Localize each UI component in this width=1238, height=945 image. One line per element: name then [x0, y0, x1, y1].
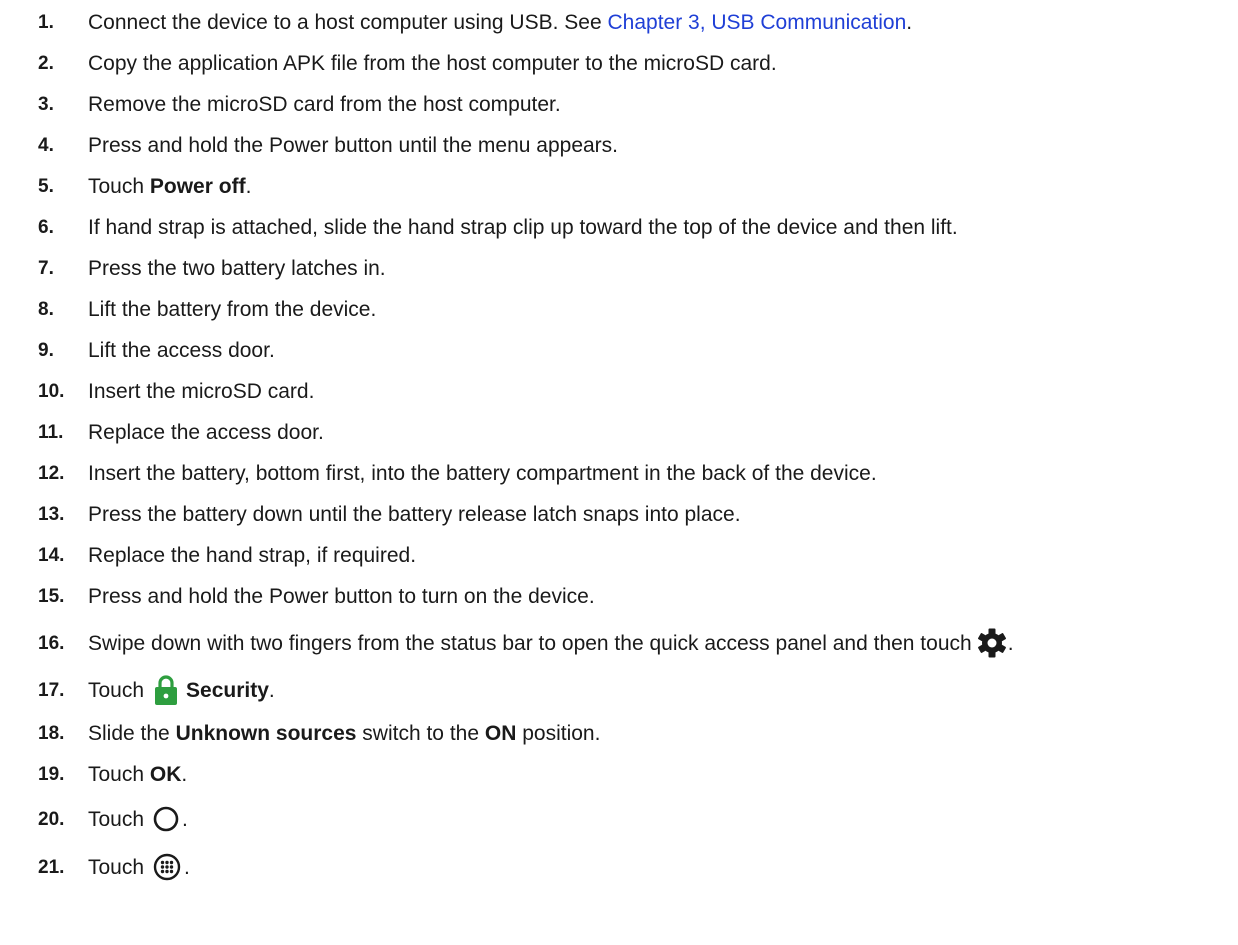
- step-13: 13. Press the battery down until the bat…: [38, 494, 1228, 534]
- step-text: Replace the hand strap, if required.: [88, 543, 417, 567]
- step-punct: .: [906, 10, 913, 34]
- step-19: 19. Touch OK.: [38, 754, 1228, 794]
- step-1: 1. Connect the device to a host computer…: [38, 2, 1228, 42]
- step-punct: .: [245, 174, 252, 198]
- step-number: 16.: [38, 632, 65, 654]
- step-text: Replace the access door.: [88, 420, 324, 444]
- step-text: Touch: [88, 855, 145, 879]
- step-number: 6.: [38, 216, 54, 238]
- step-number: 19.: [38, 763, 65, 785]
- chapter-3-usb-communication-link[interactable]: Chapter 3, USB Communication: [607, 12, 906, 33]
- on-label: ON: [484, 721, 517, 745]
- step-11: 11. Replace the access door.: [38, 412, 1228, 452]
- step-punct: .: [268, 678, 275, 702]
- step-10: 10. Insert the microSD card.: [38, 371, 1228, 411]
- step-number: 14.: [38, 544, 65, 566]
- step-punct: .: [181, 762, 188, 786]
- step-3: 3. Remove the microSD card from the host…: [38, 84, 1228, 124]
- step-text: If hand strap is attached, slide the han…: [88, 215, 958, 239]
- step-number: 3.: [38, 93, 54, 115]
- step-text: Lift the access door.: [88, 338, 275, 362]
- step-text: Touch: [88, 678, 145, 702]
- step-6: 6. If hand strap is attached, slide the …: [38, 207, 1228, 247]
- step-number: 2.: [38, 52, 54, 74]
- step-number: 17.: [38, 679, 65, 701]
- step-punct: .: [182, 807, 188, 831]
- step-text: Press and hold the Power button until th…: [88, 133, 619, 157]
- step-number: 13.: [38, 503, 65, 525]
- step-number: 1.: [38, 11, 54, 33]
- step-number: 15.: [38, 585, 65, 607]
- step-16: 16. Swipe down with two fingers from the…: [38, 620, 1228, 666]
- step-7: 7. Press the two battery latches in.: [38, 248, 1228, 288]
- step-text-mid: switch to the: [362, 721, 480, 745]
- step-text: Touch: [88, 174, 145, 198]
- instruction-steps: 1. Connect the device to a host computer…: [0, 0, 1238, 945]
- step-text: Slide the: [88, 721, 170, 745]
- step-number: 18.: [38, 722, 65, 744]
- step-punct: .: [184, 855, 190, 879]
- step-number: 8.: [38, 298, 54, 320]
- step-text: Insert the microSD card.: [88, 379, 315, 403]
- step-12: 12. Insert the battery, bottom first, in…: [38, 453, 1228, 493]
- step-5: 5. Touch Power off.: [38, 166, 1228, 206]
- step-18: 18. Slide the Unknown sources switch to …: [38, 713, 1228, 753]
- step-punct: .: [1007, 631, 1014, 655]
- app-drawer-icon: [152, 852, 182, 882]
- step-2: 2. Copy the application APK file from th…: [38, 43, 1228, 83]
- step-15: 15. Press and hold the Power button to t…: [38, 576, 1228, 616]
- security-label: Security: [186, 678, 269, 702]
- step-17: 17. Touch Security.: [38, 667, 1228, 713]
- step-number: 4.: [38, 134, 54, 156]
- step-text: Lift the battery from the device.: [88, 297, 377, 321]
- step-text: Press the battery down until the battery…: [88, 502, 741, 526]
- step-number: 12.: [38, 462, 65, 484]
- power-off-label: Power off: [149, 174, 246, 198]
- step-9: 9. Lift the access door.: [38, 330, 1228, 370]
- step-number: 10.: [38, 380, 65, 402]
- step-number: 5.: [38, 175, 54, 197]
- step-text: Swipe down with two fingers from the sta…: [88, 631, 972, 655]
- step-text: Insert the battery, bottom first, into t…: [88, 461, 877, 485]
- unknown-sources-label: Unknown sources: [175, 721, 357, 745]
- step-20: 20. Touch .: [38, 796, 1228, 842]
- lock-icon: [154, 674, 178, 706]
- step-number: 20.: [38, 808, 65, 830]
- step-number: 11.: [38, 421, 64, 443]
- step-text-end: position.: [522, 721, 601, 745]
- step-text: Remove the microSD card from the host co…: [88, 92, 561, 116]
- home-circle-icon: [152, 805, 180, 833]
- step-text: Connect the device to a host computer us…: [88, 10, 602, 34]
- gear-icon: [976, 627, 1008, 659]
- step-number: 9.: [38, 339, 54, 361]
- step-14: 14. Replace the hand strap, if required.: [38, 535, 1228, 575]
- step-text: Copy the application APK file from the h…: [88, 51, 777, 75]
- step-text: Press the two battery latches in.: [88, 256, 386, 280]
- step-number: 7.: [38, 257, 54, 279]
- step-text: Press and hold the Power button to turn …: [88, 584, 595, 608]
- ok-label: OK: [149, 762, 182, 786]
- step-21: 21. Touch .: [38, 844, 1228, 890]
- step-text: Touch: [88, 762, 145, 786]
- step-text: Touch: [88, 807, 145, 831]
- step-4: 4. Press and hold the Power button until…: [38, 125, 1228, 165]
- step-8: 8. Lift the battery from the device.: [38, 289, 1228, 329]
- step-number: 21.: [38, 856, 65, 878]
